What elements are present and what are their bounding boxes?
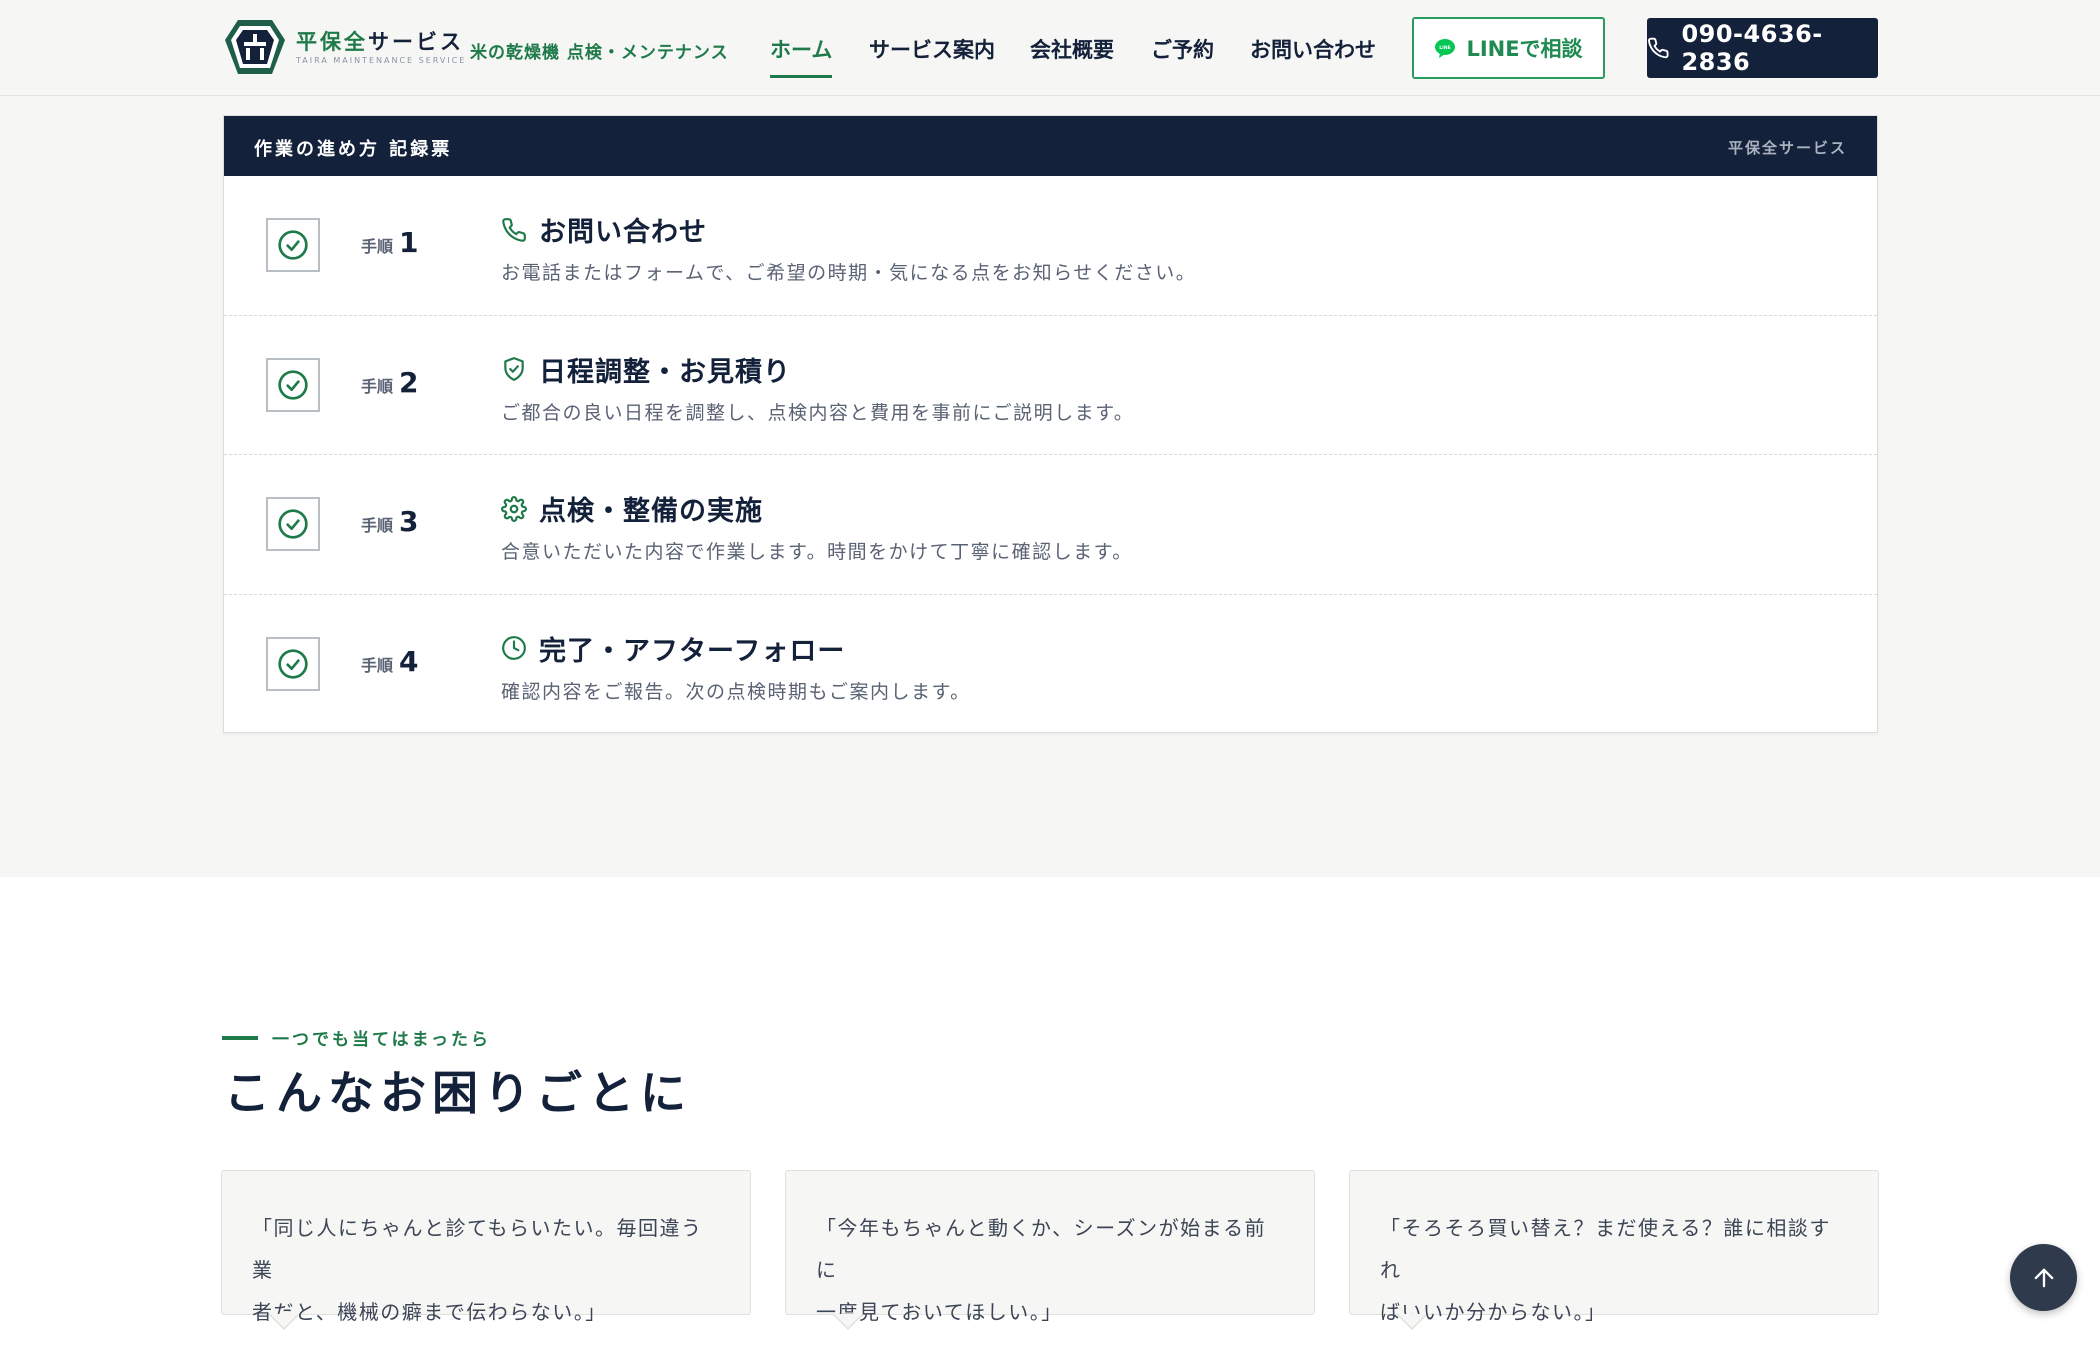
workflow-record-card: 作業の進め方 記録票 平保全サービス 手順 1 お問い合わせ お電話またはフォーム… [223,115,1878,733]
check-circle-icon [278,230,308,260]
svg-text:LINE: LINE [1440,45,1451,51]
phone-button[interactable]: 090-4636-2836 [1647,18,1878,78]
site-header: 平保全サービス TAIRA MAINTENANCE SERVICE 米の乾燥機 … [0,0,2100,96]
step-checkbox [266,218,320,272]
record-brand: 平保全サービス [1727,139,1847,157]
line-icon: LINE [1435,39,1456,58]
step-row: 手順 2 日程調整・お見積り ご都合の良い日程を調整し、点検内容と費用を事前にご説… [224,316,1877,455]
nav-contact[interactable]: お問い合わせ [1250,34,1376,64]
tagline: 米の乾燥機 点検・メンテナンス [470,43,729,63]
phone-icon [502,217,526,242]
step-checkbox [266,357,320,412]
nav-reservation[interactable]: ご予約 [1151,34,1214,64]
clock-icon [502,636,526,660]
nav-company[interactable]: 会社概要 [1030,34,1114,64]
line-button-label: LINEで相談 [1466,37,1583,61]
section-title: こんなお困りごとに [224,1066,692,1120]
record-title: 作業の進め方 記録票 [254,139,453,160]
step-description: お電話またはフォームで、ご希望の時期・気になる点をお知らせください。 [501,262,1197,284]
check-circle-icon [278,509,308,539]
arrow-up-icon [2034,1268,2053,1287]
trouble-quote: 「そろそろ買い替え？まだ使える？誰に相談すれ ばいいか分からない。」 [1349,1170,1879,1330]
trouble-quote: 「今年もちゃんと動くか、シーズンが始まる前に 一度見ておいてほしい。」 [785,1170,1315,1330]
nav-home[interactable]: ホーム [770,34,833,78]
step-number: 手順 4 [361,644,419,678]
logo-subtitle: TAIRA MAINTENANCE SERVICE [296,55,467,65]
phone-icon [1648,37,1669,59]
step-description: 合意いただいた内容で作業します。時間をかけて丁寧に確認します。 [501,541,1133,563]
step-checkbox [266,497,320,551]
back-to-top-button[interactable] [2010,1244,2077,1311]
step-number: 手順 3 [361,505,419,538]
step-row: 手順 1 お問い合わせ お電話またはフォームで、ご希望の時期・気になる点をお知らせ… [224,176,1877,316]
check-circle-icon [278,369,308,400]
line-consult-button[interactable]: LINE LINEで相談 [1412,17,1605,79]
step-title: 日程調整・お見積り [501,350,791,389]
troubles-section: 一つでも当てはまったら こんなお困りごとに 「同じ人にちゃんと診てもらいたい。毎… [0,877,2100,1346]
shield-check-icon [504,357,524,381]
phone-number: 090-4636-2836 [1681,20,1823,76]
logo-name: 平保全サービス [296,29,464,54]
step-description: 確認内容をご報告。次の点検時期もご案内します。 [501,680,971,703]
section-eyebrow: 一つでも当てはまったら [222,1025,491,1050]
step-number: 手順 1 [361,226,419,259]
step-title: 点検・整備の実施 [501,489,763,528]
logo[interactable]: 平保全サービス TAIRA MAINTENANCE SERVICE [224,18,466,76]
step-number: 手順 2 [361,365,419,399]
step-row: 手順 4 完了・アフターフォロー 確認内容をご報告。次の点検時期もご案内します。 [224,595,1877,735]
check-circle-icon [278,648,308,679]
trouble-quote: 「同じ人にちゃんと診てもらいたい。毎回違う業 者だと、機械の癖まで伝わらない。」 [221,1170,751,1330]
step-title: 完了・アフターフォロー [501,629,845,668]
step-row: 手順 3 点検・整備の実施 合意いただいた内容で作業します。時間をかけて丁寧に確認… [224,455,1877,595]
step-checkbox [266,636,320,691]
record-header: 作業の進め方 記録票 平保全サービス [224,116,1877,176]
gear-icon [501,495,527,522]
step-description: ご都合の良い日程を調整し、点検内容と費用を事前にご説明します。 [501,401,1135,424]
nav-services[interactable]: サービス案内 [869,34,995,64]
logo-mark-icon [225,20,285,74]
step-title: お問い合わせ [501,210,707,249]
eyebrow-bar [222,1035,258,1040]
